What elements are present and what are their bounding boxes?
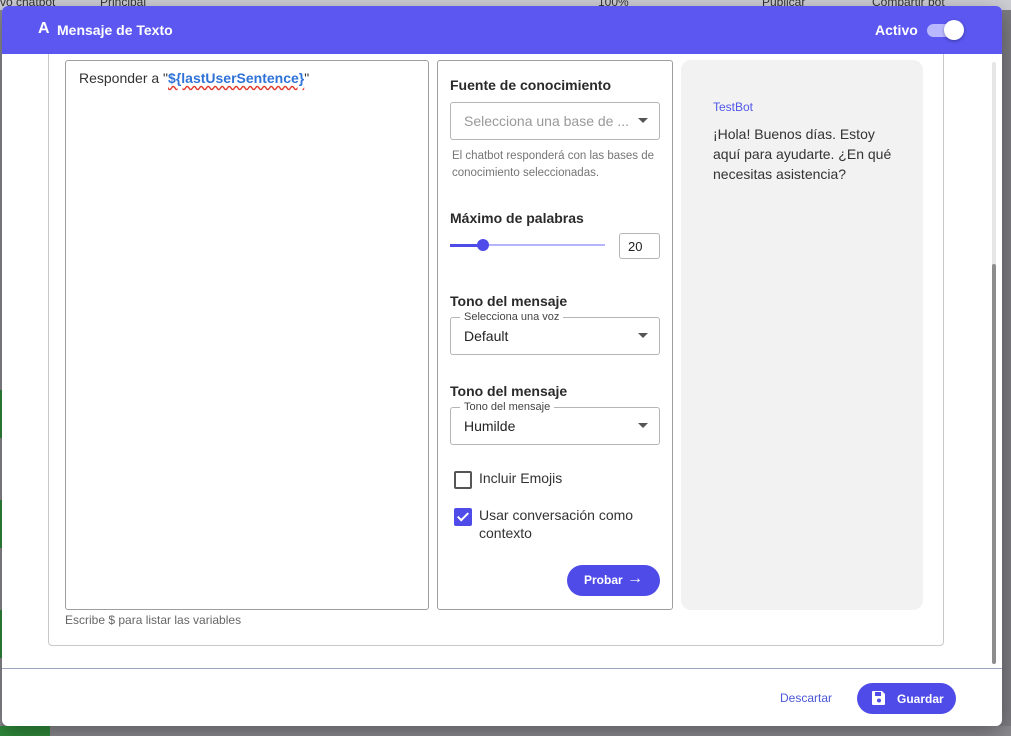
max-words-input[interactable]: 20	[619, 233, 660, 259]
save-button[interactable]: Guardar	[857, 683, 956, 714]
message-editor[interactable]: Responder a "${lastUserSentence}"	[65, 60, 429, 610]
editor-hint: Escribe $ para listar las variables	[65, 613, 242, 627]
modal-body: Responder a "${lastUserSentence}" Escrib…	[2, 54, 1002, 668]
background-bottom	[0, 726, 1011, 736]
test-button-label: Probar	[584, 573, 623, 587]
max-words-label: Máximo de palabras	[450, 210, 584, 226]
tone-label: Tono del mensaje	[450, 383, 568, 399]
include-emojis-checkbox[interactable]	[454, 471, 472, 489]
text-message-modal: A Mensaje de Texto Activo Responder a "$…	[2, 6, 1002, 726]
tone-select-legend: Tono del mensaje	[460, 401, 555, 413]
voice-value: Default	[464, 328, 509, 344]
active-label: Activo	[875, 22, 918, 38]
chevron-down-icon	[638, 423, 648, 428]
settings-panel: Fuente de conocimiento Selecciona una ba…	[437, 60, 673, 610]
include-emojis-label: Incluir Emojis	[479, 470, 563, 486]
voice-label: Tono del mensaje	[450, 293, 568, 309]
max-words-value: 20	[628, 239, 643, 254]
scrollbar-thumb[interactable]	[992, 264, 996, 664]
modal-header: A Mensaje de Texto Activo	[2, 6, 1002, 54]
editor-content[interactable]: Responder a "${lastUserSentence}"	[79, 70, 309, 86]
voice-select-legend: Selecciona una voz	[460, 311, 564, 323]
chevron-down-icon	[638, 118, 648, 123]
slider-thumb[interactable]	[476, 239, 489, 251]
test-button[interactable]: Probar →	[567, 565, 660, 596]
editor-variable: ${lastUserSentence}	[168, 70, 305, 86]
voice-select[interactable]: Selecciona una voz Default	[450, 311, 660, 355]
use-context-label: Usar conversación como contexto	[479, 507, 634, 541]
text-icon: A	[38, 20, 50, 37]
editor-prefix: Responder a "	[79, 70, 169, 86]
tone-select[interactable]: Tono del mensaje Humilde	[450, 401, 660, 445]
save-icon	[872, 691, 885, 705]
chat-preview: TestBot ¡Hola! Buenos días. Estoy aquí p…	[681, 60, 923, 610]
knowledge-helper: El chatbot responderá con las bases de c…	[452, 150, 655, 179]
editor-suffix: "	[304, 70, 310, 86]
knowledge-placeholder: Selecciona una base de ...	[464, 113, 630, 129]
background-node	[0, 726, 50, 736]
modal-title: Mensaje de Texto	[57, 22, 173, 38]
preview-message: ¡Hola! Buenos días. Estoy aquí para ayud…	[713, 126, 892, 182]
toggle-knob	[944, 20, 964, 40]
chevron-down-icon	[638, 333, 648, 338]
discard-button[interactable]: Descartar	[780, 691, 832, 705]
tone-value: Humilde	[464, 418, 516, 434]
knowledge-select[interactable]: Selecciona una base de ...	[450, 102, 660, 140]
save-button-label: Guardar	[897, 692, 944, 706]
active-toggle[interactable]	[927, 20, 964, 40]
arrow-right-icon: →	[627, 570, 643, 587]
preview-bot-name: TestBot	[713, 100, 754, 114]
use-context-checkbox[interactable]	[454, 508, 472, 526]
knowledge-label: Fuente de conocimiento	[450, 77, 612, 93]
footer-divider	[2, 668, 1002, 669]
